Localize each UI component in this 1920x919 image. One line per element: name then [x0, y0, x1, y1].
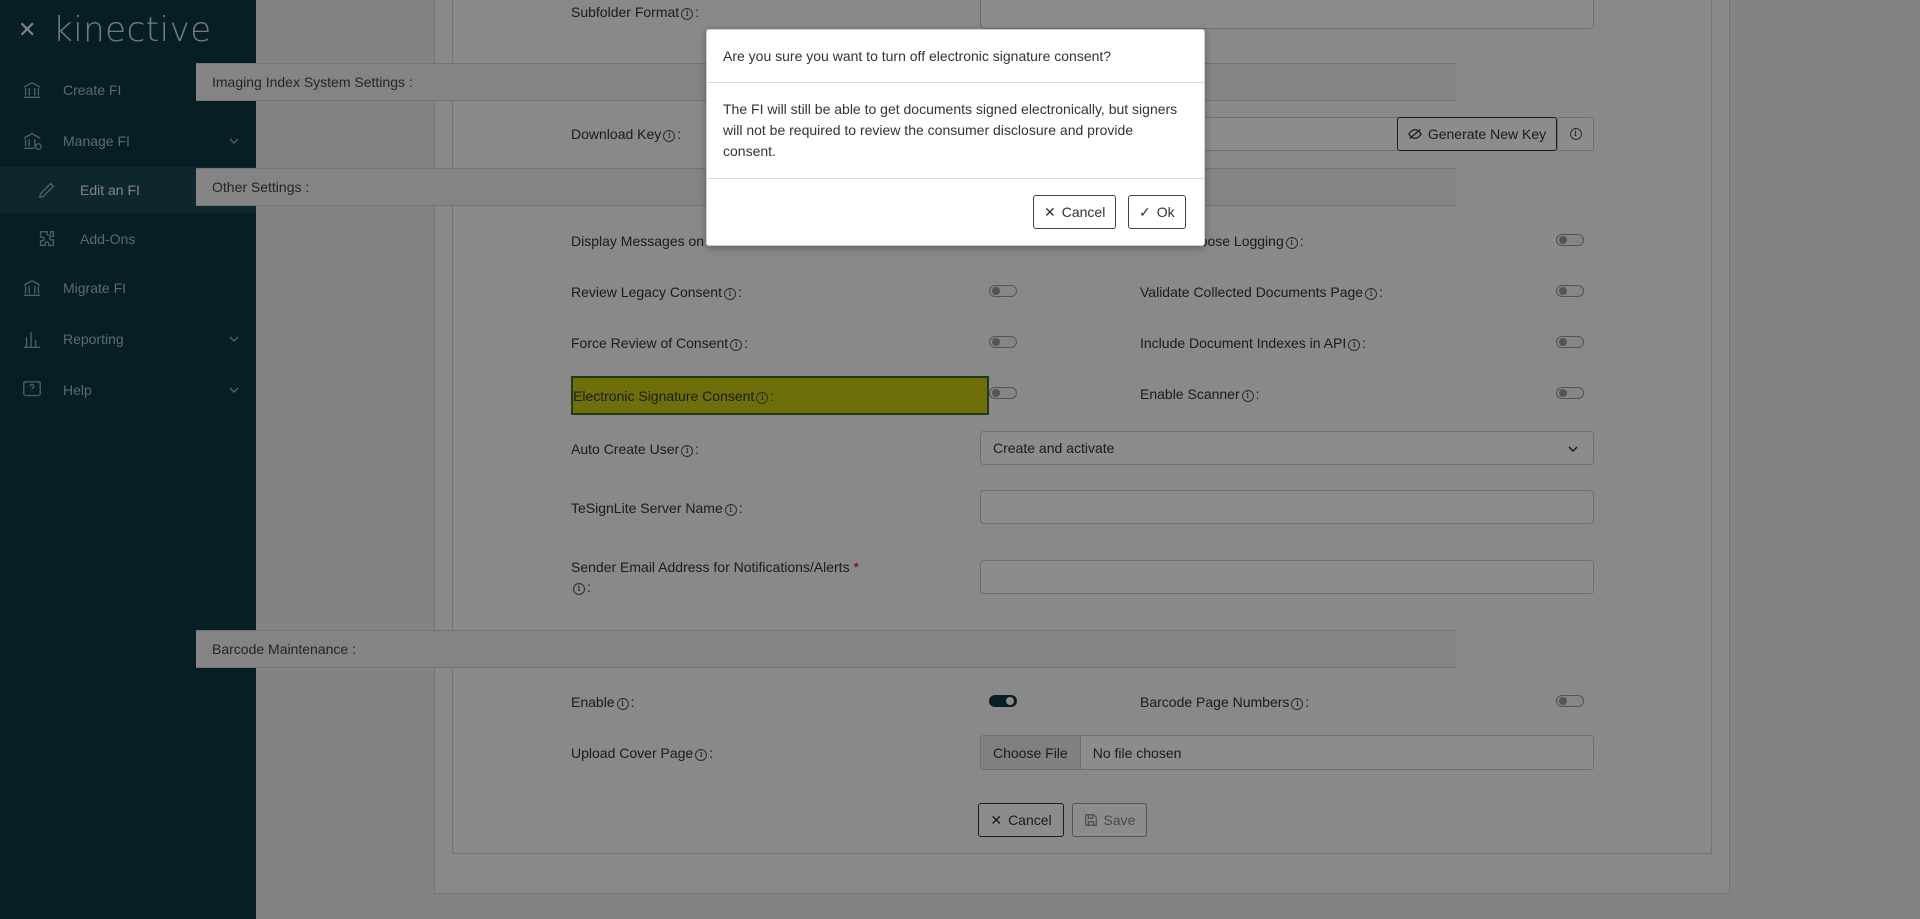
bank-icon [20, 78, 44, 102]
no-file-text: No file chosen [1092, 744, 1182, 761]
info-icon[interactable]: i [573, 583, 585, 595]
chevron-down-icon [229, 336, 239, 343]
info-icon[interactable]: i [616, 698, 629, 710]
dialog-ok-label: Ok [1156, 204, 1175, 220]
barcode-page-numbers-label: Barcode Page Numbers i: [1140, 694, 1310, 710]
close-icon: ✕ [990, 811, 1003, 828]
sender-email-label: Sender Email Address for Notifications/A… [571, 559, 859, 575]
pencil-icon [38, 182, 55, 199]
tesignlite-server-label: TeSignLite Server Name i: [571, 500, 743, 516]
barcode-enable-toggle[interactable] [989, 695, 1017, 707]
help-chat-icon [20, 378, 44, 402]
dialog-cancel-label: Cancel [1061, 204, 1106, 220]
chevron-down-icon [229, 387, 239, 394]
sidebar-item-migrate-fi[interactable]: Migrate FI [0, 265, 256, 311]
generate-key-label: Generate New Key [1427, 126, 1547, 142]
bank-icon [20, 129, 44, 153]
dialog-cancel-button[interactable]: ✕ Cancel [1033, 195, 1117, 229]
barcode-enable-label: Enable i: [571, 694, 635, 710]
sender-email-info: i: [571, 579, 591, 595]
subfolder-format-label: Subfolder Format i: [571, 4, 700, 20]
download-key-label: Download Key i: [571, 126, 682, 142]
esign-consent-label: Electronic Signature Consent i: [573, 388, 775, 404]
info-icon[interactable]: i [1285, 237, 1298, 249]
info-icon[interactable]: i [724, 504, 737, 516]
dialog-body: The FI will still be able to get documen… [707, 83, 1204, 179]
close-icon: ✕ [1044, 203, 1056, 220]
logo: kinective [53, 10, 212, 50]
include-indexes-label: Include Document Indexes in API i: [1140, 335, 1367, 351]
dialog-title: Are you sure you want to turn off electr… [707, 30, 1204, 83]
sidebar-item-label: Help [63, 382, 92, 398]
review-legacy-label: Review Legacy Consent i: [571, 284, 742, 300]
esign-consent-toggle[interactable] [989, 387, 1017, 399]
force-review-toggle[interactable] [989, 336, 1017, 348]
form-cancel-button[interactable]: ✕ Cancel [978, 803, 1064, 837]
upload-cover-page-file-input[interactable]: Choose File No file chosen [980, 735, 1594, 770]
verbose-logging-label: rbose Logging i: [1195, 233, 1304, 249]
include-indexes-toggle[interactable] [1556, 336, 1584, 348]
display-messages-label: Display Messages on [571, 233, 705, 249]
form-save-button[interactable]: Save [1072, 803, 1147, 837]
enable-scanner-label: Enable Scanner i: [1140, 386, 1260, 402]
auto-create-user-label: Auto Create User i: [571, 441, 700, 457]
check-icon: ✓ [1139, 203, 1151, 220]
auto-create-user-select[interactable]: Create and activate [980, 431, 1594, 465]
eye-slash-icon [1408, 129, 1422, 139]
chevron-down-icon [229, 138, 239, 145]
sidebar-item-help[interactable]: Help [0, 367, 256, 413]
info-icon[interactable]: i [1348, 339, 1361, 351]
form-save-label: Save [1103, 812, 1136, 828]
subfolder-format-input[interactable] [980, 0, 1594, 29]
bar-chart-icon [20, 327, 44, 351]
auto-create-user-value: Create and activate [993, 440, 1115, 456]
chevron-down-icon [1568, 446, 1578, 453]
sidebar-item-label: Migrate FI [63, 280, 127, 296]
generate-new-key-button[interactable]: Generate New Key [1397, 117, 1557, 151]
info-icon: i [1569, 128, 1582, 140]
validate-collected-toggle[interactable] [1556, 285, 1584, 297]
form-cancel-label: Cancel [1008, 812, 1052, 828]
bank-icon [20, 276, 44, 300]
required-mark: * [853, 559, 859, 575]
info-icon[interactable]: i [756, 392, 769, 404]
validate-collected-label: Validate Collected Documents Page i: [1140, 284, 1383, 300]
sidebar: ✕ kinective Create FI Manage FI Edit an … [0, 0, 256, 919]
dialog-ok-button[interactable]: ✓ Ok [1128, 195, 1186, 229]
info-icon[interactable]: i [730, 339, 743, 351]
dialog-footer: ✕ Cancel ✓ Ok [707, 179, 1204, 246]
barcode-page-numbers-toggle[interactable] [1556, 695, 1584, 707]
info-icon[interactable]: i [663, 130, 676, 142]
sidebar-item-label: Edit an FI [80, 182, 140, 198]
tesignlite-server-input[interactable] [980, 490, 1594, 524]
info-icon[interactable]: i [1241, 390, 1254, 402]
info-icon[interactable]: i [681, 8, 694, 20]
confirm-dialog: Are you sure you want to turn off electr… [706, 29, 1205, 246]
sender-email-input[interactable] [980, 560, 1594, 594]
download-key-info-button[interactable]: i [1557, 117, 1594, 151]
review-legacy-toggle[interactable] [989, 285, 1017, 297]
verbose-logging-toggle[interactable] [1556, 234, 1584, 246]
info-icon[interactable]: i [695, 749, 708, 761]
info-icon[interactable]: i [1365, 288, 1378, 300]
sidebar-item-label: Add-Ons [80, 231, 136, 247]
sidebar-item-manage-fi[interactable]: Manage FI [0, 118, 256, 164]
info-icon[interactable]: i [681, 445, 694, 457]
choose-file-button[interactable]: Choose File [981, 736, 1081, 769]
close-icon[interactable]: ✕ [18, 19, 38, 41]
sidebar-item-label: Manage FI [63, 133, 130, 149]
info-icon[interactable]: i [1291, 698, 1304, 710]
force-review-label: Force Review of Consent i: [571, 335, 749, 351]
section-barcode-maintenance: Barcode Maintenance : [196, 630, 1456, 668]
sidebar-item-label: Reporting [63, 331, 124, 347]
sidebar-item-label: Create FI [63, 82, 122, 98]
sidebar-item-reporting[interactable]: Reporting [0, 316, 256, 362]
enable-scanner-toggle[interactable] [1556, 387, 1584, 399]
upload-cover-page-label: Upload Cover Page i: [571, 745, 714, 761]
puzzle-icon [39, 230, 55, 247]
info-icon[interactable]: i [723, 288, 736, 300]
save-icon [1084, 814, 1097, 826]
sidebar-item-add-ons[interactable]: Add-Ons [0, 216, 256, 262]
